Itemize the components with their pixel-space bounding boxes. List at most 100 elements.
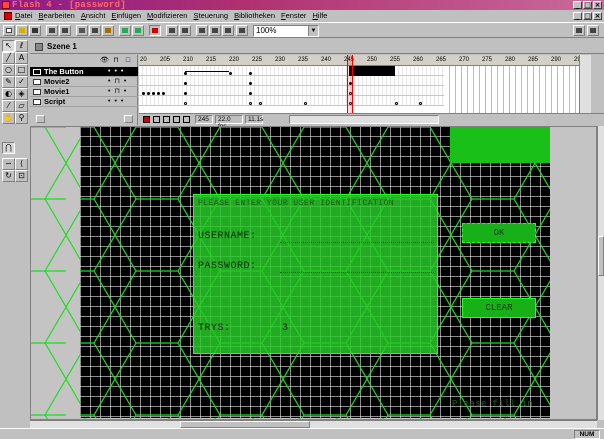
keyframe[interactable] xyxy=(147,92,150,95)
layer-visibility-dots[interactable]: •⊓• xyxy=(108,77,130,87)
password-input[interactable] xyxy=(280,261,434,273)
keyframe[interactable] xyxy=(229,72,232,75)
menu-datei[interactable]: Datei xyxy=(15,10,33,22)
menu-ansicht[interactable]: Ansicht xyxy=(81,10,106,22)
copy-icon[interactable] xyxy=(89,25,101,36)
menu-bibliotheken[interactable]: Bibliotheken xyxy=(234,10,275,22)
action-keyframe[interactable] xyxy=(419,102,422,105)
layer-the-button[interactable]: The Button ••• xyxy=(30,67,138,77)
rotate-icon[interactable] xyxy=(196,25,208,36)
timeline-vertical-scrollbar[interactable] xyxy=(579,55,591,113)
ink-bottle-tool-icon[interactable]: ◐ xyxy=(2,88,15,100)
action-keyframe[interactable] xyxy=(304,102,307,105)
scroll-thumb[interactable] xyxy=(598,236,604,276)
save-icon[interactable] xyxy=(29,25,41,36)
arrow-tool-icon[interactable]: ↖ xyxy=(2,40,15,52)
menu-hilfe[interactable]: Hilfe xyxy=(312,10,327,22)
onion-outline-icon[interactable] xyxy=(163,116,170,123)
doc-minimize-button[interactable]: _ xyxy=(573,12,582,20)
zoom-select[interactable]: 100% ▼ xyxy=(253,25,319,37)
keyframe[interactable] xyxy=(152,92,155,95)
menu-einfuegen[interactable]: Einfügen xyxy=(111,10,141,22)
lasso-tool-icon[interactable]: ℓ xyxy=(15,40,28,52)
stage-workspace[interactable]: PLEASE ENTER YOUR USER IDENTIFICATION US… xyxy=(30,126,597,420)
align-icon[interactable] xyxy=(222,25,234,36)
selected-frames[interactable] xyxy=(349,66,395,76)
open-folder-icon[interactable] xyxy=(16,25,28,36)
playhead[interactable] xyxy=(347,55,353,113)
straighten-icon[interactable] xyxy=(179,25,191,36)
brush-tool-icon[interactable]: ✓ xyxy=(15,76,28,88)
smooth-modifier-icon[interactable]: ∽ xyxy=(2,158,15,170)
layer-movie1[interactable]: Movie1 •⊓• xyxy=(30,87,138,97)
print-preview-icon[interactable] xyxy=(59,25,71,36)
chevron-down-icon[interactable]: ▼ xyxy=(308,26,318,36)
onion-markers-icon[interactable] xyxy=(183,116,190,123)
magnifier-tool-icon[interactable]: ⚲ xyxy=(15,112,28,124)
library-icon[interactable] xyxy=(573,25,585,36)
layer-visibility-dots[interactable]: •⊓• xyxy=(108,87,130,97)
clear-button[interactable]: CLEAR xyxy=(462,298,536,318)
action-keyframe[interactable] xyxy=(184,102,187,105)
text-tool-icon[interactable]: A xyxy=(15,52,28,64)
menu-bearbeiten[interactable]: Bearbeiten xyxy=(39,10,75,22)
center-frame-icon[interactable] xyxy=(143,116,150,123)
keyframe[interactable] xyxy=(249,72,252,75)
keyframe[interactable] xyxy=(142,92,145,95)
straighten-modifier-icon[interactable]: ⟨ xyxy=(15,158,28,170)
stage-horizontal-scrollbar[interactable] xyxy=(30,420,597,428)
keyframe[interactable] xyxy=(184,72,187,75)
symbol-edit-icon[interactable] xyxy=(587,25,599,36)
new-file-icon[interactable] xyxy=(3,25,15,36)
paint-bucket-tool-icon[interactable]: ◈ xyxy=(15,88,28,100)
layer-visibility-dots[interactable]: ••• xyxy=(108,97,127,107)
keyframe[interactable] xyxy=(157,92,160,95)
hand-tool-icon[interactable]: ✋ xyxy=(2,112,15,124)
print-icon[interactable] xyxy=(46,25,58,36)
lock-icon[interactable]: ⊓ xyxy=(112,57,120,64)
keyframe[interactable] xyxy=(249,92,252,95)
document-icon[interactable] xyxy=(4,12,12,20)
outline-icon[interactable]: □ xyxy=(124,57,132,64)
keyframe[interactable] xyxy=(249,82,252,85)
username-input[interactable] xyxy=(280,231,434,243)
frame-ruler[interactable]: 20 205 210 215 220 225 230 235 240 245 2… xyxy=(139,55,591,66)
onion-skin-icon[interactable] xyxy=(153,116,160,123)
eraser-tool-icon[interactable]: ▱ xyxy=(15,100,28,112)
dropper-tool-icon[interactable]: ⁄ xyxy=(2,100,15,112)
smooth-icon[interactable] xyxy=(166,25,178,36)
maximize-button[interactable]: □ xyxy=(583,1,592,9)
ok-button[interactable]: OK xyxy=(462,223,536,243)
stage-vertical-scrollbar[interactable] xyxy=(597,126,604,420)
menu-fenster[interactable]: Fenster xyxy=(281,10,306,22)
action-keyframe[interactable] xyxy=(249,102,252,105)
scroll-thumb[interactable] xyxy=(180,421,310,428)
scale-modifier-icon[interactable]: ⊡ xyxy=(15,170,28,182)
keyframe[interactable] xyxy=(184,82,187,85)
layer-movie2[interactable]: Movie2 •⊓• xyxy=(30,77,138,87)
pencil-tool-icon[interactable]: ✎ xyxy=(2,76,15,88)
scale-icon[interactable] xyxy=(209,25,221,36)
keyframe[interactable] xyxy=(162,92,165,95)
undo-icon[interactable] xyxy=(119,25,131,36)
keyframe[interactable] xyxy=(184,92,187,95)
menu-modifizieren[interactable]: Modifizieren xyxy=(147,10,187,22)
doc-close-button[interactable]: × xyxy=(593,12,602,20)
edit-multiple-frames-icon[interactable] xyxy=(173,116,180,123)
action-keyframe[interactable] xyxy=(395,102,398,105)
add-layer-icon[interactable] xyxy=(36,115,45,123)
close-button[interactable]: × xyxy=(593,1,602,9)
paste-icon[interactable] xyxy=(102,25,114,36)
frame-grid[interactable]: 20 205 210 215 220 225 230 235 240 245 2… xyxy=(139,55,591,113)
scene-name[interactable]: Szene 1 xyxy=(47,41,77,53)
doc-restore-button[interactable]: □ xyxy=(583,12,592,20)
menu-steuerung[interactable]: Steuerung xyxy=(193,10,228,22)
snap-modifier-icon[interactable]: ⋂ xyxy=(2,142,15,154)
stage-canvas[interactable]: PLEASE ENTER YOUR USER IDENTIFICATION US… xyxy=(80,127,550,418)
minimize-button[interactable]: _ xyxy=(573,1,582,9)
delete-layer-icon[interactable] xyxy=(124,115,133,123)
rectangle-tool-icon[interactable]: □ xyxy=(15,64,28,76)
line-tool-icon[interactable]: ╱ xyxy=(2,52,15,64)
empty-frames[interactable] xyxy=(444,66,579,113)
timeline-horizontal-scrollbar[interactable] xyxy=(289,115,439,124)
